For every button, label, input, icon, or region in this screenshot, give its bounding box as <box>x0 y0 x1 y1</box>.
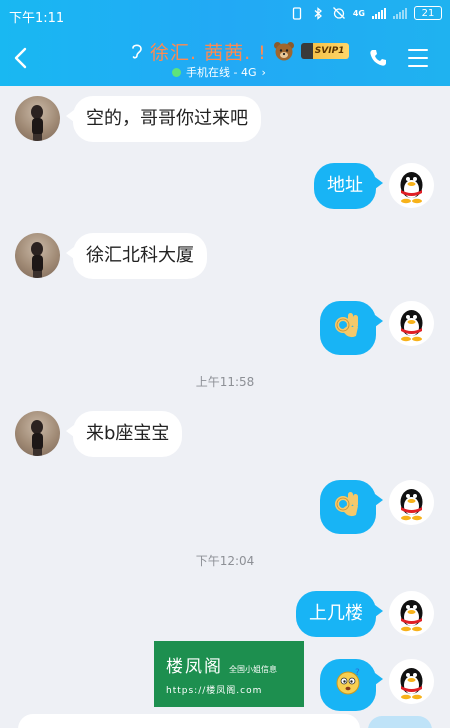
timestamp: 上午11:58 <box>195 375 255 389</box>
contact-title[interactable]: 徐汇. 茜茜. ! SVIP1 <box>130 38 365 64</box>
bear-icon <box>273 41 295 61</box>
menu-icon-line <box>408 49 428 52</box>
ear-icon <box>130 42 144 60</box>
network-type: 4G <box>352 8 365 18</box>
message-bubble[interactable]: ? <box>320 659 383 711</box>
message-input[interactable] <box>18 714 360 728</box>
svg-text:?: ? <box>355 668 360 678</box>
message-bubble[interactable]: 来b座宝宝 <box>65 411 183 457</box>
chevron-left-icon <box>14 47 27 69</box>
self-avatar[interactable] <box>389 659 434 704</box>
message-row <box>320 301 434 355</box>
online-dot-icon <box>172 67 181 77</box>
self-avatar[interactable] <box>389 591 434 636</box>
back-button[interactable] <box>13 45 35 71</box>
call-button[interactable] <box>368 48 388 68</box>
status-bar: 下午1:11 4G 21 <box>0 0 450 30</box>
penguin-icon <box>400 668 423 700</box>
menu-icon-line <box>408 64 428 67</box>
ok-hand-icon <box>335 492 358 517</box>
message-row: 地址 <box>314 163 434 209</box>
self-avatar[interactable] <box>389 301 434 346</box>
confused-face-icon: ? <box>336 668 360 695</box>
message-bubble[interactable] <box>320 480 383 534</box>
menu-icon-line <box>408 56 428 60</box>
chat-header: 下午1:11 4G 21 徐汇. 茜茜. ! SVIP1 手机在线 - 4G › <box>0 0 450 86</box>
contact-avatar[interactable] <box>15 411 60 456</box>
message-row: 来b座宝宝 <box>15 411 183 457</box>
svip-badge[interactable]: SVIP1 <box>300 43 350 59</box>
penguin-icon <box>400 600 423 632</box>
self-avatar[interactable] <box>389 163 434 208</box>
message-bubble[interactable]: 地址 <box>314 163 383 209</box>
message-row: ? <box>320 659 434 711</box>
watermark: 楼凤阁 全国小姐信息 https://楼凤阁.com <box>154 641 304 707</box>
penguin-icon <box>400 489 423 521</box>
self-avatar[interactable] <box>389 480 434 525</box>
alarm-off-icon <box>332 6 346 20</box>
penguin-icon <box>400 172 423 204</box>
bluetooth-icon <box>311 6 325 20</box>
menu-button[interactable] <box>408 49 428 67</box>
watermark-url: https://楼凤阁.com <box>166 686 263 696</box>
signal-icon <box>372 7 386 19</box>
watermark-title: 楼凤阁 <box>166 657 223 677</box>
message-row: 徐汇北科大厦 <box>15 233 207 279</box>
message-row: 空的，哥哥你过来吧 <box>15 96 261 142</box>
online-status: 手机在线 - 4G › <box>172 64 266 80</box>
phone-icon <box>370 50 386 66</box>
message-bubble[interactable]: 上几楼 <box>296 591 383 637</box>
contact-name: 徐汇. 茜茜. ! <box>150 41 267 64</box>
contact-avatar[interactable] <box>15 233 60 278</box>
send-button[interactable] <box>368 716 432 728</box>
battery-indicator: 21 <box>414 6 442 20</box>
ok-hand-icon <box>335 313 358 338</box>
message-bubble[interactable]: 空的，哥哥你过来吧 <box>66 96 261 142</box>
message-bubble[interactable]: 徐汇北科大厦 <box>66 233 207 279</box>
status-time: 下午1:11 <box>9 11 65 26</box>
vibrate-icon <box>290 6 304 20</box>
watermark-subtitle: 全国小姐信息 <box>229 665 277 674</box>
signal-icon-2 <box>393 7 407 19</box>
message-row: 上几楼 <box>296 591 434 637</box>
message-row <box>320 480 434 534</box>
online-status-text: 手机在线 - 4G <box>186 66 257 79</box>
timestamp: 下午12:04 <box>195 554 255 568</box>
penguin-icon <box>400 310 423 342</box>
contact-avatar[interactable] <box>15 96 60 141</box>
status-icons: 4G 21 <box>290 6 442 20</box>
chevron-right-icon: › <box>261 65 266 79</box>
message-bubble[interactable] <box>320 301 383 355</box>
